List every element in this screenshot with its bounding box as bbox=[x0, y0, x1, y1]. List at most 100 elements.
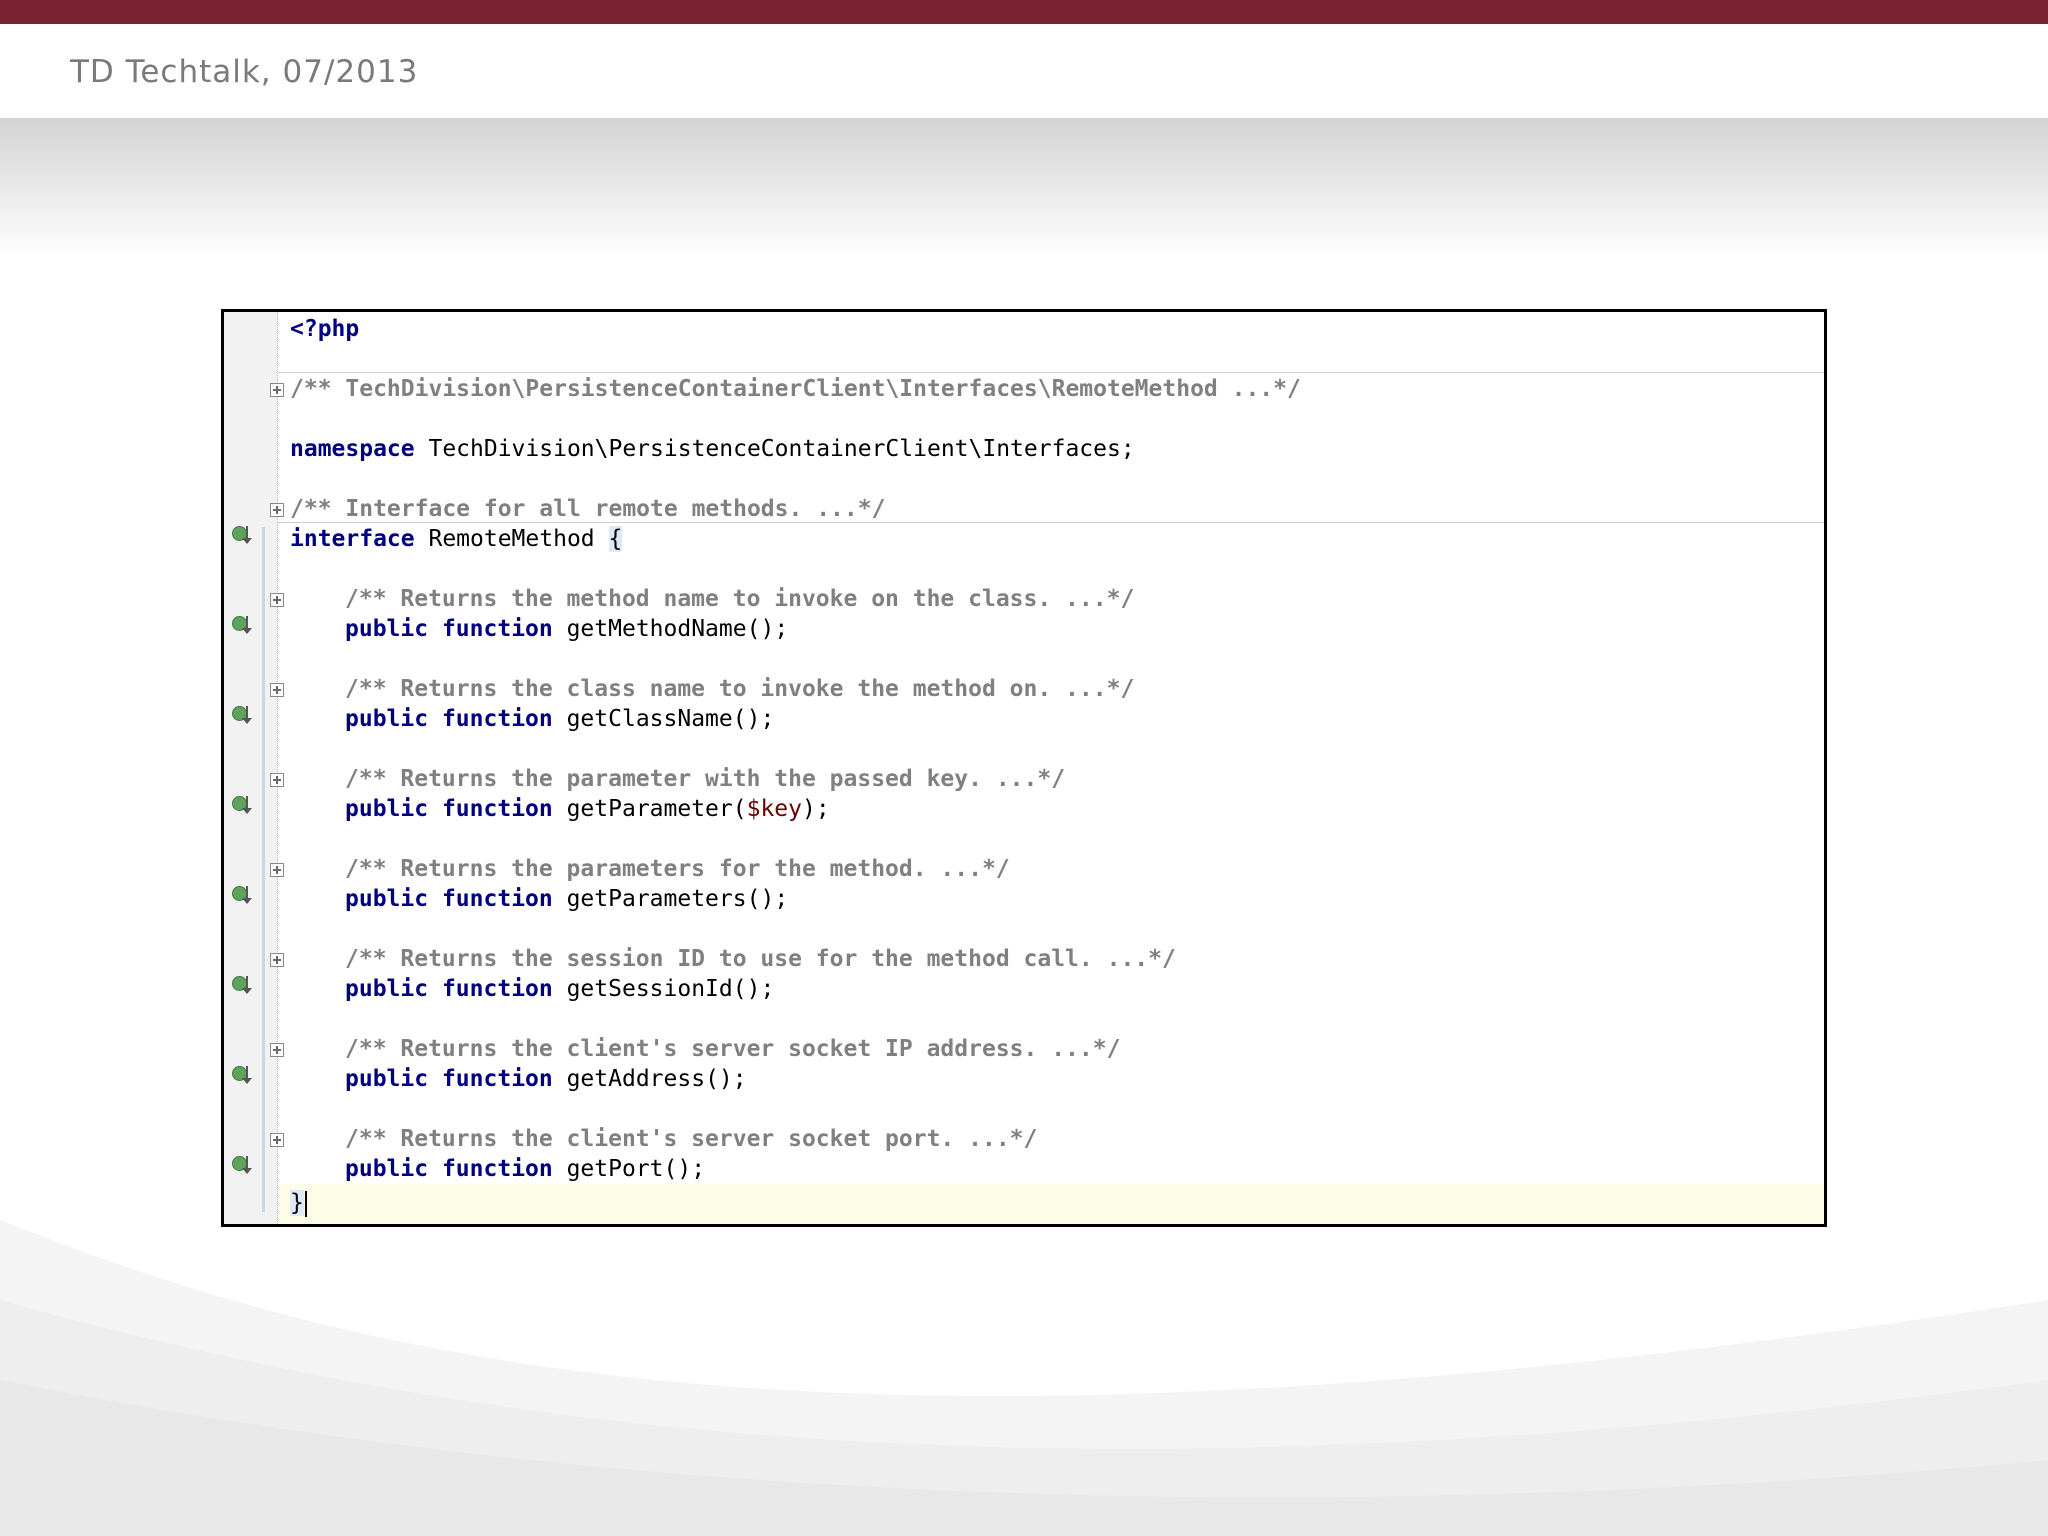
args-open: ( bbox=[732, 796, 747, 822]
fold-expand-icon[interactable] bbox=[270, 863, 284, 877]
method-doc-text: /** Returns the client's server socket p… bbox=[345, 1126, 1038, 1152]
method-doc-text: /** Returns the method name to invoke on… bbox=[345, 586, 1135, 612]
implemented-method-icon[interactable] bbox=[232, 704, 252, 728]
public-keyword: public bbox=[345, 706, 429, 732]
method-doc-comment: /** Returns the method name to invoke on… bbox=[345, 584, 1134, 614]
method-signature: public function getParameter($key); bbox=[345, 794, 830, 824]
method-parameter: $key bbox=[746, 796, 802, 822]
method-doc-text: /** Returns the client's server socket I… bbox=[345, 1036, 1121, 1062]
args-close: ); bbox=[718, 1066, 747, 1092]
file-doc-comment: /** TechDivision\PersistenceContainerCli… bbox=[290, 374, 1301, 404]
closing-brace-line: } bbox=[290, 1188, 307, 1218]
function-keyword: function bbox=[441, 886, 553, 912]
method-doc-comment: /** Returns the client's server socket I… bbox=[345, 1034, 1120, 1064]
open-brace: { bbox=[608, 526, 623, 552]
function-keyword: function bbox=[441, 616, 553, 642]
implemented-method-icon[interactable] bbox=[232, 614, 252, 638]
args-open: ( bbox=[746, 886, 761, 912]
method-signature: public function getSessionId(); bbox=[345, 974, 774, 1004]
args-close: ); bbox=[677, 1156, 706, 1182]
fold-expand-icon[interactable] bbox=[270, 503, 284, 517]
args-open: ( bbox=[732, 976, 747, 1002]
close-brace: } bbox=[290, 1190, 304, 1216]
method-doc-text: /** Returns the class name to invoke the… bbox=[345, 676, 1135, 702]
method-doc-comment: /** Returns the session ID to use for th… bbox=[345, 944, 1176, 974]
method-doc-comment: /** Returns the parameters for the metho… bbox=[345, 854, 1010, 884]
interface-declaration: interface RemoteMethod { bbox=[290, 524, 623, 554]
method-signature: public function getPort(); bbox=[345, 1154, 705, 1184]
method-separator bbox=[278, 372, 1824, 373]
fold-expand-icon[interactable] bbox=[270, 593, 284, 607]
public-keyword: public bbox=[345, 616, 429, 642]
interface-doc-comment: /** Interface for all remote methods. ..… bbox=[290, 494, 885, 524]
code-editor-screenshot: <?php /** TechDivision\PersistenceContai… bbox=[221, 309, 1827, 1227]
method-doc-comment: /** Returns the client's server socket p… bbox=[345, 1124, 1037, 1154]
args-open: ( bbox=[746, 616, 761, 642]
args-open: ( bbox=[663, 1156, 678, 1182]
public-keyword: public bbox=[345, 976, 429, 1002]
current-line-highlight bbox=[278, 1184, 1824, 1224]
namespace-keyword: namespace bbox=[290, 436, 415, 462]
method-name: getParameter bbox=[552, 796, 733, 822]
header-shadow bbox=[0, 118, 2048, 258]
fold-expand-icon[interactable] bbox=[270, 1133, 284, 1147]
gutter-divider bbox=[277, 312, 278, 1224]
method-name: getParameters bbox=[552, 886, 747, 912]
method-signature: public function getMethodName(); bbox=[345, 614, 788, 644]
method-doc-text: /** Returns the parameter with the passe… bbox=[345, 766, 1066, 792]
fold-expand-icon[interactable] bbox=[270, 683, 284, 697]
function-keyword: function bbox=[441, 706, 553, 732]
method-signature: public function getParameters(); bbox=[345, 884, 788, 914]
public-keyword: public bbox=[345, 1066, 429, 1092]
function-keyword: function bbox=[441, 1066, 553, 1092]
interface-name: RemoteMethod bbox=[414, 526, 609, 552]
slide-header-title: TD Techtalk, 07/2013 bbox=[70, 54, 419, 90]
method-name: getMethodName bbox=[552, 616, 747, 642]
namespace-name: TechDivision\PersistenceContainerClient\… bbox=[414, 436, 1135, 462]
fold-expand-icon[interactable] bbox=[270, 953, 284, 967]
public-keyword: public bbox=[345, 886, 429, 912]
function-keyword: function bbox=[441, 1156, 553, 1182]
php-open-tag-line: <?php bbox=[290, 314, 359, 344]
fold-expand-icon[interactable] bbox=[270, 773, 284, 787]
method-name: getPort bbox=[552, 1156, 664, 1182]
text-caret bbox=[304, 1190, 307, 1217]
implemented-method-icon[interactable] bbox=[232, 884, 252, 908]
namespace-line: namespace TechDivision\PersistenceContai… bbox=[290, 434, 1135, 464]
implemented-method-icon[interactable] bbox=[232, 974, 252, 998]
function-keyword: function bbox=[441, 796, 553, 822]
method-name: getClassName bbox=[552, 706, 733, 732]
method-name: getSessionId bbox=[552, 976, 733, 1002]
method-doc-text: /** Returns the parameters for the metho… bbox=[345, 856, 1010, 882]
method-name: getAddress bbox=[552, 1066, 706, 1092]
file-doc-text: /** TechDivision\PersistenceContainerCli… bbox=[290, 376, 1301, 402]
implemented-method-icon[interactable] bbox=[232, 1064, 252, 1088]
method-signature: public function getAddress(); bbox=[345, 1064, 747, 1094]
fold-expand-icon[interactable] bbox=[270, 1043, 284, 1057]
php-open-tag: <?php bbox=[290, 316, 360, 342]
interface-doc-text: /** Interface for all remote methods. ..… bbox=[290, 496, 886, 522]
args-close: ); bbox=[802, 796, 830, 822]
args-close: ); bbox=[746, 976, 775, 1002]
implemented-method-icon[interactable] bbox=[232, 524, 252, 548]
interface-keyword: interface bbox=[290, 526, 415, 552]
implemented-method-icon[interactable] bbox=[232, 1154, 252, 1178]
method-doc-comment: /** Returns the class name to invoke the… bbox=[345, 674, 1134, 704]
args-open: ( bbox=[705, 1066, 719, 1092]
args-close: ); bbox=[760, 616, 789, 642]
scope-indicator bbox=[262, 527, 265, 1212]
method-doc-text: /** Returns the session ID to use for th… bbox=[345, 946, 1176, 972]
public-keyword: public bbox=[345, 796, 429, 822]
function-keyword: function bbox=[441, 976, 553, 1002]
fold-expand-icon[interactable] bbox=[270, 383, 284, 397]
implemented-method-icon[interactable] bbox=[232, 794, 252, 818]
top-accent-bar bbox=[0, 0, 2048, 24]
args-close: ); bbox=[760, 886, 789, 912]
decorative-swoosh bbox=[0, 1220, 2048, 1536]
slide-header: TD Techtalk, 07/2013 bbox=[0, 24, 2048, 120]
method-signature: public function getClassName(); bbox=[345, 704, 774, 734]
args-close: ); bbox=[746, 706, 775, 732]
args-open: ( bbox=[732, 706, 747, 732]
method-doc-comment: /** Returns the parameter with the passe… bbox=[345, 764, 1065, 794]
public-keyword: public bbox=[345, 1156, 429, 1182]
